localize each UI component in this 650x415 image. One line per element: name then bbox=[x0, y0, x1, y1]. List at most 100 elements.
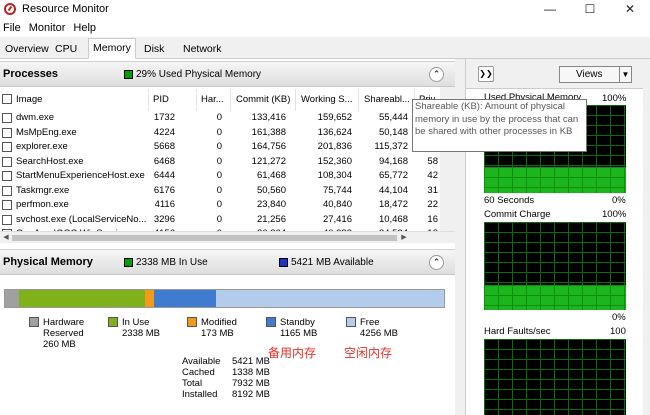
collapse-graphs-icon[interactable]: ❯❯ bbox=[478, 66, 494, 82]
table-row[interactable]: MsMpEng.exe 4224 0 161,388 136,624 50,148 bbox=[0, 126, 440, 141]
cell-pid: 4224 bbox=[153, 126, 175, 138]
cell-pid: 3296 bbox=[153, 213, 175, 225]
cell-working-set: 108,304 bbox=[317, 170, 352, 181]
cell-working-set: 152,360 bbox=[317, 155, 352, 167]
cell-private: 42 bbox=[427, 170, 438, 181]
cell-pid: 5668 bbox=[153, 141, 175, 152]
tab-overview[interactable]: Overview bbox=[2, 41, 52, 59]
table-row[interactable]: explorer.exe 5668 0 164,756 201,836 115,372 bbox=[0, 140, 440, 155]
cell-commit: 50,560 bbox=[256, 184, 286, 196]
views-label: Views bbox=[576, 69, 603, 80]
in-use-value: 2338 MB bbox=[122, 328, 161, 339]
table-row[interactable]: Taskmgr.exe 6176 0 50,560 75,744 44,104 31 bbox=[0, 184, 440, 199]
used-physical-memory-max: 100% bbox=[602, 93, 627, 104]
scroll-right-icon[interactable]: ▶ bbox=[398, 232, 410, 244]
used-memory-summary: 29% Used Physical Memory bbox=[124, 69, 261, 80]
cell-pid: 4116 bbox=[154, 199, 175, 210]
free-swatch bbox=[346, 317, 356, 327]
cell-working-set: 159,652 bbox=[317, 112, 352, 123]
select-all-checkbox[interactable] bbox=[2, 94, 12, 104]
free-value: 4256 MB bbox=[360, 328, 399, 339]
scroll-left-icon[interactable]: ◀ bbox=[0, 232, 12, 244]
cell-private: 58 bbox=[427, 155, 438, 167]
maximize-button[interactable]: ☐ bbox=[570, 0, 610, 18]
horizontal-scroll-thumb[interactable] bbox=[12, 235, 397, 241]
memory-usage-bar bbox=[4, 289, 445, 308]
in-use-legend-icon bbox=[124, 257, 133, 267]
tab-cpu[interactable]: CPU bbox=[52, 41, 80, 59]
cell-image: MsMpEng.exe bbox=[16, 126, 77, 138]
tab-strip: Overview CPU Memory Disk Network bbox=[0, 37, 650, 59]
commit-charge-graph bbox=[484, 222, 626, 310]
minimize-button[interactable]: — bbox=[530, 0, 570, 18]
menu-monitor[interactable]: Monitor bbox=[26, 22, 71, 34]
processes-horizontal-scrollbar[interactable]: ◀ ▶ bbox=[0, 231, 455, 243]
hardware-reserved-value: 260 MB bbox=[43, 339, 76, 350]
column-shareable[interactable]: Shareabl... bbox=[364, 89, 410, 111]
commit-charge-min: 0% bbox=[612, 312, 626, 323]
column-image[interactable]: Image bbox=[16, 89, 42, 111]
collapse-processes-button[interactable]: ⌃ bbox=[429, 67, 444, 82]
bar-hardware-reserved bbox=[5, 290, 20, 307]
cell-pid: 6444 bbox=[153, 170, 175, 181]
table-row[interactable]: SearchHost.exe 6468 0 121,272 152,360 94,168 5… bbox=[0, 155, 440, 170]
left-panel: Processes 29% Used Physical Memory ⌃ Ima… bbox=[0, 59, 455, 415]
table-row[interactable]: StartMenuExperienceHost.exe 6444 0 61,468 10… bbox=[0, 169, 440, 184]
cell-private: 22 bbox=[427, 199, 438, 210]
row-checkbox[interactable] bbox=[2, 185, 12, 196]
stat-total-value: 7932 MB bbox=[232, 378, 271, 389]
cell-working-set: 75,744 bbox=[322, 184, 352, 196]
stat-total-label: Total bbox=[182, 378, 203, 389]
processes-title: Processes bbox=[3, 68, 59, 80]
menu-file[interactable]: File bbox=[0, 22, 26, 34]
cell-image: dwm.exe bbox=[16, 112, 55, 123]
row-checkbox[interactable] bbox=[2, 113, 12, 123]
column-hard-faults[interactable]: Har... bbox=[201, 89, 224, 111]
column-pid[interactable]: PID bbox=[153, 89, 169, 111]
cell-commit: 21,256 bbox=[256, 213, 286, 225]
in-use-label: In Use bbox=[122, 317, 150, 328]
cell-commit: 164,756 bbox=[251, 141, 286, 152]
row-checkbox[interactable] bbox=[2, 200, 12, 210]
free-annotation: 空闲内存 bbox=[344, 346, 393, 360]
row-checkbox[interactable] bbox=[2, 214, 12, 225]
stat-available-label: Available bbox=[182, 356, 221, 367]
modified-value: 173 MB bbox=[201, 328, 234, 339]
tab-memory[interactable]: Memory bbox=[88, 38, 136, 59]
graphs-vertical-scrollbar[interactable] bbox=[643, 59, 650, 415]
row-checkbox[interactable] bbox=[2, 171, 12, 181]
standby-label: Standby bbox=[280, 317, 315, 328]
row-checkbox[interactable] bbox=[2, 156, 12, 167]
physical-memory-header[interactable]: Physical Memory 2338 MB In Use 5421 MB A… bbox=[0, 249, 455, 275]
tab-network[interactable]: Network bbox=[180, 41, 225, 59]
cell-working-set: 40,840 bbox=[322, 199, 352, 210]
column-working-set[interactable]: Working S... bbox=[301, 89, 353, 111]
table-row[interactable]: svchost.exe (LocalServiceNo... 3296 0 21,25… bbox=[0, 213, 440, 228]
collapse-physical-memory-button[interactable]: ⌃ bbox=[429, 255, 444, 270]
processes-header[interactable]: Processes 29% Used Physical Memory ⌃ bbox=[0, 61, 455, 87]
column-commit[interactable]: Commit (KB) bbox=[236, 89, 290, 111]
table-row[interactable]: dwm.exe 1732 0 133,416 159,652 55,444 bbox=[0, 111, 440, 126]
cell-private: 16 bbox=[427, 213, 438, 225]
cell-commit: 61,468 bbox=[256, 170, 286, 181]
cell-image: Taskmgr.exe bbox=[16, 184, 70, 196]
title-bar: Resource Monitor — ☐ ✕ bbox=[0, 0, 650, 18]
cell-commit: 121,272 bbox=[251, 155, 286, 167]
cell-private: 31 bbox=[427, 184, 438, 196]
close-button[interactable]: ✕ bbox=[610, 0, 650, 18]
row-checkbox[interactable] bbox=[2, 142, 12, 152]
views-button[interactable]: Views ▼ bbox=[559, 66, 632, 83]
cell-image: svchost.exe (LocalServiceNo... bbox=[16, 213, 146, 225]
menu-help[interactable]: Help bbox=[70, 22, 101, 34]
modified-label: Modified bbox=[201, 317, 237, 328]
cell-hard-faults: 0 bbox=[216, 184, 222, 196]
tab-disk[interactable]: Disk bbox=[141, 41, 167, 59]
table-row[interactable]: perfmon.exe 4116 0 23,840 40,840 18,472 22 bbox=[0, 198, 440, 213]
views-dropdown-icon[interactable]: ▼ bbox=[619, 67, 631, 82]
cell-image: SearchHost.exe bbox=[16, 155, 84, 167]
row-checkbox[interactable] bbox=[2, 127, 12, 138]
cell-image: perfmon.exe bbox=[16, 199, 69, 210]
cell-image: StartMenuExperienceHost.exe bbox=[16, 170, 145, 181]
stat-available-value: 5421 MB bbox=[232, 356, 271, 367]
bar-modified bbox=[144, 290, 154, 307]
